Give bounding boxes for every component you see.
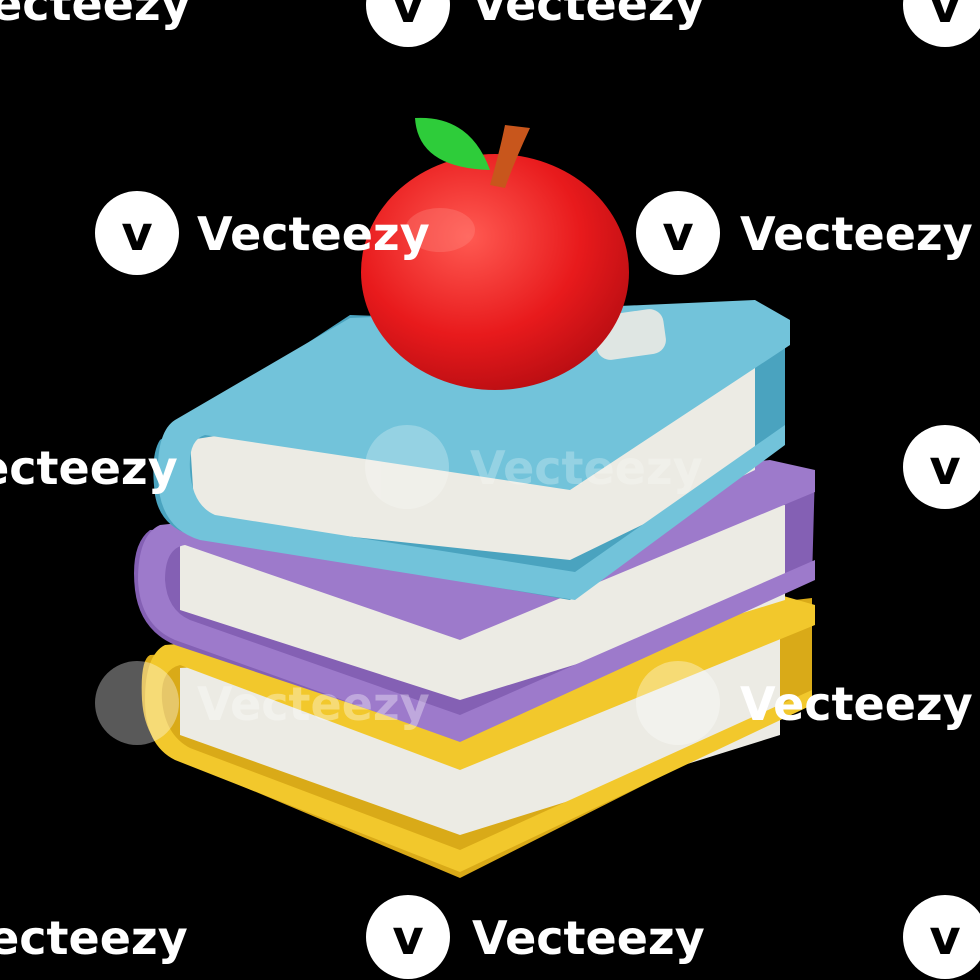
watermark-logo-icon: v: [366, 0, 450, 47]
svg-text:v: v: [662, 206, 693, 262]
svg-text:v: v: [392, 910, 423, 966]
svg-text:v: v: [929, 0, 960, 34]
svg-text:Vecteezy: Vecteezy: [740, 207, 973, 261]
books-apple-image: v Vecteezy Vecteezy v v Vecteezy v Vecte…: [0, 0, 980, 979]
svg-text:Vecteezy: Vecteezy: [472, 0, 705, 31]
svg-text:v: v: [929, 440, 960, 496]
illustration: v Vecteezy Vecteezy v v Vecteezy v Vecte…: [0, 0, 980, 980]
svg-text:Vecteezy: Vecteezy: [197, 677, 430, 731]
svg-text:v: v: [929, 910, 960, 966]
apple-leaf: [415, 117, 490, 170]
svg-text:Vecteezy: Vecteezy: [0, 911, 188, 965]
svg-text:Vecteezy: Vecteezy: [197, 207, 430, 261]
svg-text:v: v: [121, 206, 152, 262]
svg-text:Vecteezy: Vecteezy: [0, 441, 178, 495]
svg-text:Vecteezy: Vecteezy: [740, 677, 973, 731]
svg-text:Vecteezy: Vecteezy: [0, 0, 191, 31]
watermark-logo-icon: v: [95, 191, 179, 275]
svg-text:Vecteezy: Vecteezy: [472, 911, 705, 965]
svg-text:Vecteezy: Vecteezy: [470, 441, 703, 495]
svg-text:v: v: [392, 0, 423, 34]
